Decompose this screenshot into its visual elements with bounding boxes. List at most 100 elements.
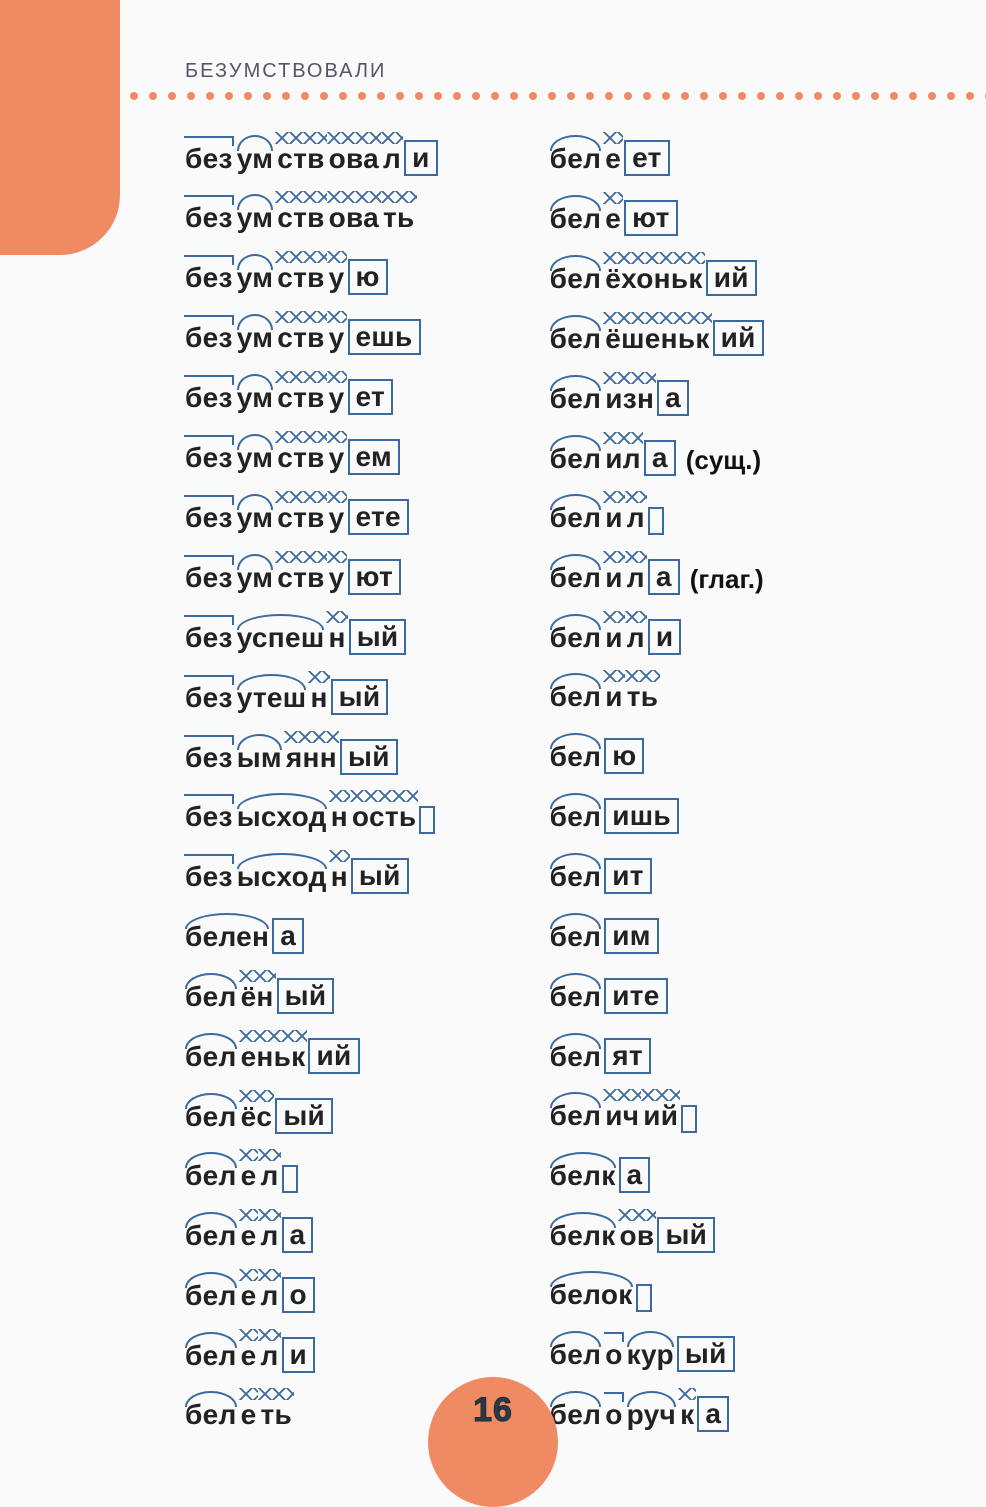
morph-root: ум bbox=[235, 320, 276, 355]
morph-suffix: и bbox=[603, 500, 625, 535]
morph-root: бел bbox=[548, 1039, 604, 1074]
morph-suffix: ён bbox=[239, 979, 276, 1014]
morph-prefix: без bbox=[183, 500, 235, 535]
morph-root: бел bbox=[183, 1218, 239, 1253]
morph-root: ысход bbox=[235, 859, 329, 894]
morph-suffix: ов bbox=[618, 1218, 657, 1253]
morph-suffix: и bbox=[603, 679, 625, 714]
morph-suffix: и bbox=[603, 620, 625, 655]
word: белите bbox=[548, 978, 668, 1014]
word: белковый bbox=[548, 1217, 716, 1253]
morph-ending: ят bbox=[604, 1038, 651, 1074]
morph-suffix: ёхоньк bbox=[603, 261, 705, 296]
morph-suffix: янн bbox=[284, 740, 339, 775]
word-row: белили bbox=[548, 619, 764, 655]
morph-suffix: еньк bbox=[239, 1039, 308, 1074]
word: безумствуете bbox=[183, 499, 409, 535]
morph-root: ум bbox=[235, 380, 276, 415]
dotted-separator bbox=[130, 92, 986, 102]
morph-suffix: е bbox=[239, 1338, 259, 1373]
morph-ending: им bbox=[604, 918, 659, 954]
word-row: белена bbox=[183, 918, 438, 954]
morph-ending: ый bbox=[657, 1217, 715, 1253]
morph-ending: ий bbox=[713, 320, 764, 356]
word-row: белила(глаг.) bbox=[548, 559, 764, 595]
morph-suffix: изн bbox=[603, 381, 656, 416]
morph-root: белен bbox=[183, 919, 271, 954]
word-row: белеть bbox=[183, 1397, 438, 1432]
morph-root: руч bbox=[625, 1397, 678, 1432]
morph-root: бел bbox=[548, 859, 604, 894]
word: безысходность bbox=[183, 799, 435, 834]
morph-ending: ю bbox=[348, 259, 388, 295]
morph-root: бел bbox=[548, 560, 604, 595]
word: беличий bbox=[548, 1098, 698, 1133]
morph-ending: а bbox=[644, 440, 676, 476]
morph-root: бел bbox=[548, 381, 604, 416]
morph-suffix: ил bbox=[603, 441, 643, 476]
page-header-word: БЕЗУМСТВОВАЛИ bbox=[185, 60, 386, 83]
word-row: беленький bbox=[183, 1038, 438, 1074]
word: белишь bbox=[548, 798, 679, 834]
morph-root: бел bbox=[548, 620, 604, 655]
morph-root: ум bbox=[235, 560, 276, 595]
morph-suffix: ич bbox=[603, 1098, 641, 1133]
morph-suffix: н bbox=[326, 620, 347, 655]
morph-ending: а bbox=[619, 1157, 651, 1193]
word-column: белеетбелеютбелёхонькийбелёшенькийбелизн… bbox=[548, 140, 764, 1432]
word: безутешный bbox=[183, 679, 388, 715]
morph-root: белк bbox=[548, 1218, 618, 1253]
morph-suffix: е bbox=[239, 1158, 259, 1193]
word: безумствуешь bbox=[183, 319, 421, 355]
word: белил bbox=[548, 500, 664, 535]
word-row: безумствуешь bbox=[183, 319, 438, 355]
page-number-badge: 16 bbox=[428, 1377, 558, 1507]
word: безымянный bbox=[183, 739, 398, 775]
morph-prefix: без bbox=[183, 141, 235, 176]
word: белить bbox=[548, 679, 661, 714]
morph-root: бел bbox=[548, 799, 604, 834]
word-row: безуспешный bbox=[183, 619, 438, 655]
morph-ending: ишь bbox=[604, 798, 679, 834]
morph-suffix: ств bbox=[275, 500, 326, 535]
word-annotation: (глаг.) bbox=[690, 564, 764, 595]
morph-ending: ый bbox=[275, 1098, 333, 1134]
word-row: белил bbox=[548, 500, 764, 535]
word: безумствовать bbox=[183, 200, 417, 235]
word-row: белел bbox=[183, 1158, 438, 1193]
morph-ending: ите bbox=[604, 978, 667, 1014]
word-row: белели bbox=[183, 1337, 438, 1373]
word: белили bbox=[548, 619, 682, 655]
word: белим bbox=[548, 918, 659, 954]
morph-root: бел bbox=[183, 1099, 239, 1134]
word-row: белила(сущ.) bbox=[548, 440, 764, 476]
word: безуспешный bbox=[183, 619, 406, 655]
morph-ending bbox=[648, 507, 664, 535]
morph-suffix: е bbox=[239, 1278, 259, 1313]
word-row: белеют bbox=[548, 200, 764, 236]
morph-root: бел bbox=[548, 261, 604, 296]
morph-suffix: ств bbox=[275, 200, 326, 235]
word: белеют bbox=[548, 200, 678, 236]
morph-suffix: ёс bbox=[239, 1099, 275, 1134]
morph-suffix: н bbox=[329, 859, 350, 894]
morph-root: бел bbox=[548, 1337, 604, 1372]
morph-ending: и bbox=[282, 1337, 316, 1373]
word: белел bbox=[183, 1158, 298, 1193]
morph-suffix: у bbox=[327, 380, 347, 415]
morph-suffix: к bbox=[678, 1397, 696, 1432]
morph-ending: и bbox=[648, 619, 682, 655]
morph-suffix: н bbox=[308, 680, 329, 715]
word: белела bbox=[183, 1217, 313, 1253]
morph-suffix: ть bbox=[258, 1397, 294, 1432]
morph-suffix: у bbox=[327, 260, 347, 295]
word: беленький bbox=[183, 1038, 360, 1074]
word: безумствуют bbox=[183, 559, 401, 595]
morph-suffix: у bbox=[327, 560, 347, 595]
morph-ending: ий bbox=[308, 1038, 359, 1074]
morph-prefix: без bbox=[183, 799, 235, 834]
page-number: 16 bbox=[473, 1391, 513, 1430]
word-column: безумствовалибезумствоватьбезумствуюбезу… bbox=[183, 140, 438, 1432]
word: белит bbox=[548, 858, 652, 894]
morph-root: бел bbox=[548, 679, 604, 714]
